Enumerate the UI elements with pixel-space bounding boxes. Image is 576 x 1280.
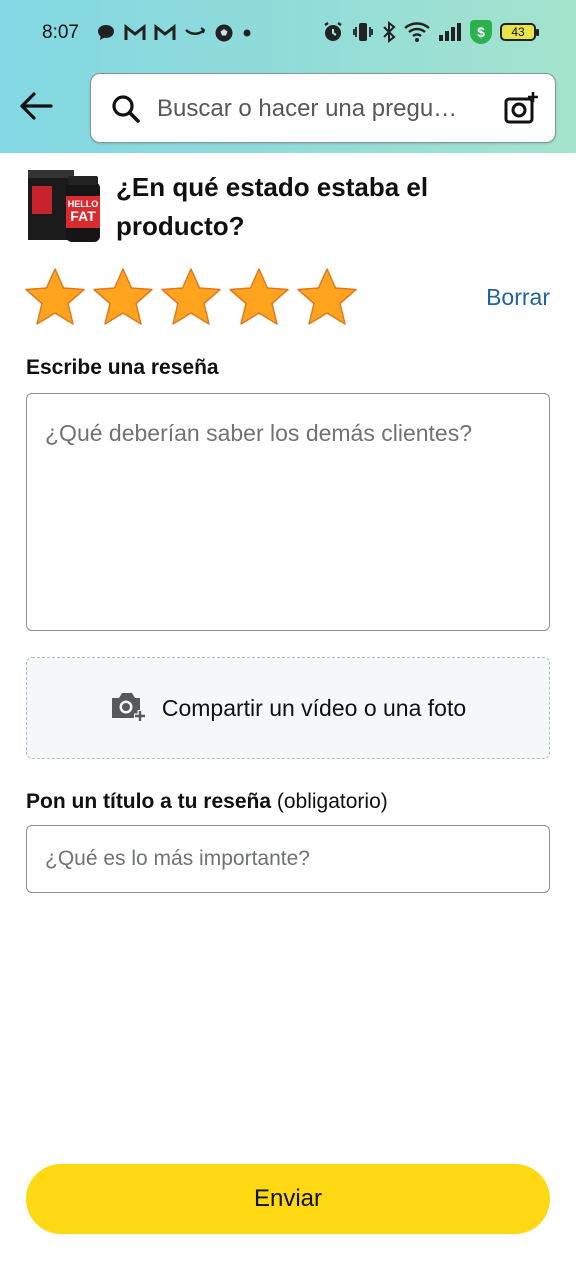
review-label: Escribe una reseña xyxy=(26,356,219,379)
review-textarea[interactable] xyxy=(26,393,550,631)
back-button[interactable] xyxy=(14,84,58,128)
add-photo-icon xyxy=(110,690,148,727)
star-icon[interactable] xyxy=(296,266,358,328)
star-icon[interactable] xyxy=(92,266,154,328)
bluetooth-icon xyxy=(382,21,396,43)
shield-icon: $ xyxy=(470,20,492,44)
title-required-note: (obligatorio) xyxy=(276,790,388,813)
camera-search-icon[interactable] xyxy=(503,90,539,131)
wifi-icon xyxy=(404,21,430,43)
gmail-icon xyxy=(154,22,176,44)
star-rating[interactable] xyxy=(24,266,358,328)
notification-icons xyxy=(96,22,252,44)
product-image: HELLO FAT xyxy=(26,166,102,244)
clear-rating-link[interactable]: Borrar xyxy=(486,284,550,311)
share-media-label: Compartir un vídeo o una foto xyxy=(161,694,467,721)
search-bar[interactable] xyxy=(90,73,556,143)
status-time: 8:07 xyxy=(42,22,79,43)
title-input[interactable] xyxy=(26,825,550,893)
battery-icon: 43 xyxy=(500,23,539,41)
arrow-left-icon xyxy=(20,92,53,120)
alarm-icon xyxy=(322,21,344,43)
chat-bubble-icon xyxy=(96,22,116,44)
gmail-icon xyxy=(124,22,146,44)
vibrate-icon xyxy=(352,21,374,43)
title-label-text: Pon un título a tu reseña xyxy=(26,790,272,813)
search-icon xyxy=(111,94,141,129)
title-label: Pon un título a tu reseña (obligatorio) xyxy=(26,790,388,814)
system-icons: $ 43 xyxy=(322,20,539,44)
dot-icon xyxy=(242,22,252,44)
status-bar: 8:07 $ 43 xyxy=(0,0,576,66)
star-icon[interactable] xyxy=(228,266,290,328)
star-icon[interactable] xyxy=(24,266,86,328)
star-icon[interactable] xyxy=(160,266,222,328)
soccer-ball-icon xyxy=(214,22,234,44)
share-media-button[interactable]: Compartir un vídeo o una foto xyxy=(26,657,550,759)
product-label-line2: FAT xyxy=(70,208,96,224)
app-header: 8:07 $ 43 Buscar o hacer una pregu… xyxy=(0,0,576,153)
search-input[interactable] xyxy=(157,88,487,130)
amazon-smile-icon xyxy=(184,22,206,44)
submit-button[interactable]: Enviar xyxy=(26,1164,550,1234)
product-question: ¿En qué estado estaba el producto? xyxy=(116,172,429,241)
signal-icon xyxy=(438,21,462,43)
